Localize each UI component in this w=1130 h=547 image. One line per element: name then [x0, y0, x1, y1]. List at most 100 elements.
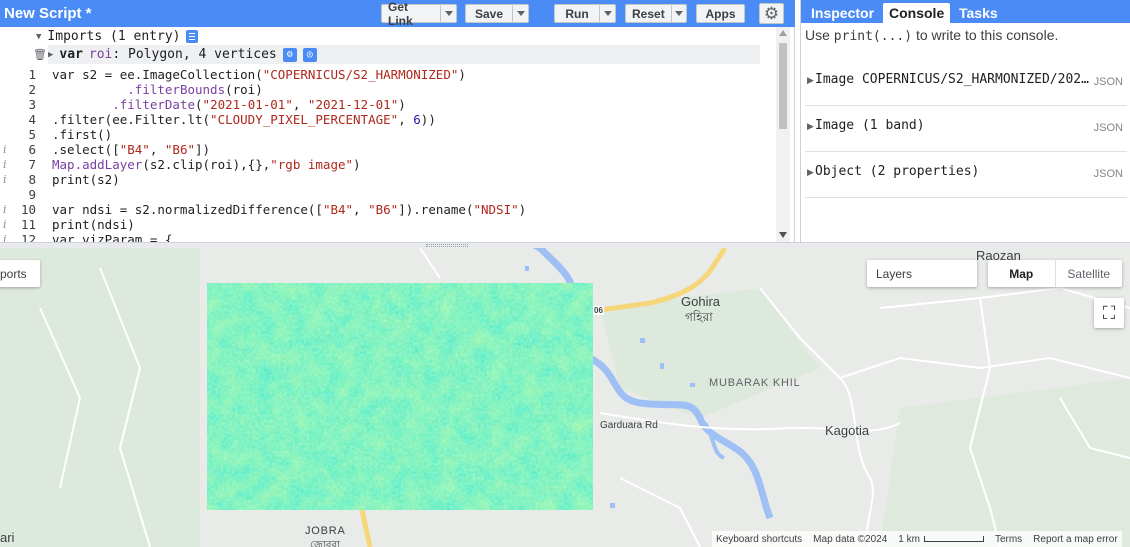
code-text[interactable]: var s2 = ee.ImageCollection("COPERNICUS/…	[52, 67, 466, 82]
json-link[interactable]: JSON	[1094, 168, 1123, 180]
code-line[interactable]: i 12 var vizParam = {	[0, 232, 775, 242]
script-title[interactable]: New Script *	[4, 5, 92, 22]
imports-header[interactable]: ▼ Imports (1 entry)	[36, 28, 199, 45]
map-type-satellite[interactable]: Satellite	[1054, 260, 1123, 287]
scroll-up-icon[interactable]	[779, 30, 787, 36]
console-hint-prefix: Use	[805, 27, 834, 43]
keyboard-shortcuts-link[interactable]: Keyboard shortcuts	[716, 534, 802, 545]
code-line[interactable]: 3 .filterDate("2021-01-01", "2021-12-01"…	[0, 97, 775, 112]
code-line[interactable]: i 11 print(ndsi)	[0, 217, 775, 232]
console-hint: Use print(...) to write to this console.	[805, 27, 1058, 44]
imports-section: ▼ Imports (1 entry) 🗑 ▶ var roi: Polygon…	[0, 27, 775, 65]
console-entry[interactable]: ▶ Image COPERNICUS/S2_HARMONIZED/2021...…	[805, 60, 1127, 106]
run-dropdown[interactable]	[599, 5, 615, 22]
map-type-control: Map Satellite	[988, 260, 1122, 287]
info-icon[interactable]: i	[3, 202, 13, 217]
layers-label: Layers	[876, 266, 913, 281]
trash-icon[interactable]: 🗑	[33, 48, 47, 61]
code-editor-panel: New Script * Get Link Save Run Reset App…	[0, 0, 795, 242]
code-text[interactable]: var vizParam = {	[52, 232, 172, 242]
code-line[interactable]: 1 var s2 = ee.ImageCollection("COPERNICUS…	[0, 67, 775, 82]
apps-label[interactable]: Apps	[697, 5, 744, 22]
fullscreen-button[interactable]: ⛶	[1094, 298, 1124, 328]
console-entry-text[interactable]: Image COPERNICUS/S2_HARMONIZED/2021...	[815, 72, 1090, 87]
map-data-attribution: Map data ©2024	[813, 533, 888, 545]
report-map-error-link[interactable]: Report a map error	[1033, 534, 1117, 545]
map-type-map[interactable]: Map	[988, 260, 1055, 287]
show-generated-code-icon[interactable]	[186, 30, 199, 43]
info-icon[interactable]: i	[3, 157, 13, 172]
fullscreen-icon: ⛶	[1102, 302, 1116, 323]
code-line[interactable]: i 10 var ndsi = s2.normalizedDifference(["…	[0, 202, 775, 217]
reset-label[interactable]: Reset	[626, 5, 671, 22]
info-icon[interactable]: i	[3, 142, 13, 157]
import-var-name[interactable]: roi	[89, 47, 112, 62]
tab-console[interactable]: Console	[883, 3, 951, 23]
scroll-thumb[interactable]	[779, 43, 787, 129]
layers-button[interactable]: Layers	[867, 260, 977, 287]
code-line[interactable]: i 8 print(s2)	[0, 172, 775, 187]
line-number: 12	[20, 232, 36, 242]
code-line[interactable]: 4 .filter(ee.Filter.lt("CLOUDY_PIXEL_PERC…	[0, 112, 775, 127]
terms-link[interactable]: Terms	[995, 534, 1022, 545]
code-text[interactable]: .filter(ee.Filter.lt("CLOUDY_PIXEL_PERCE…	[52, 112, 436, 127]
imports-map-button[interactable]: ports	[0, 260, 40, 287]
get-link-label[interactable]: Get Link	[382, 0, 440, 28]
code-text[interactable]: .filterDate("2021-01-01", "2021-12-01")	[52, 97, 406, 112]
chevron-down-icon	[674, 11, 683, 16]
code-text[interactable]: .first()	[52, 127, 112, 142]
run-button[interactable]: Run	[554, 4, 616, 23]
caret-right-icon[interactable]: ▶	[807, 121, 814, 132]
info-icon[interactable]: i	[3, 232, 13, 242]
get-link-dropdown[interactable]	[440, 5, 456, 22]
import-row-roi[interactable]: ▶ var roi: Polygon, 4 vertices ⚙ ◎	[48, 45, 760, 64]
code-line[interactable]: i 6 .select(["B4", "B6"])	[0, 142, 775, 157]
get-link-button[interactable]: Get Link	[381, 0, 457, 28]
code-text[interactable]: print(s2)	[52, 172, 120, 187]
code-line[interactable]: 5 .first()	[0, 127, 775, 142]
apps-button[interactable]: Apps	[696, 4, 745, 23]
save-button[interactable]: Save	[465, 4, 529, 23]
run-label[interactable]: Run	[555, 5, 599, 22]
caret-down-icon[interactable]: ▼	[36, 32, 41, 42]
info-icon[interactable]: i	[3, 172, 13, 187]
line-number: 3	[28, 97, 36, 112]
map-view[interactable]: Raozan Gohira গহিরা MUBARAK KHIL Kagotia…	[0, 248, 1130, 547]
console-entry[interactable]: ▶ Image (1 band) JSON	[805, 106, 1127, 152]
code-text[interactable]: print(ndsi)	[52, 217, 135, 232]
info-icon[interactable]: i	[3, 217, 13, 232]
line-number: 11	[20, 217, 36, 232]
caret-right-icon[interactable]: ▶	[807, 75, 814, 86]
save-dropdown[interactable]	[512, 5, 528, 22]
code-text[interactable]: Map.addLayer(s2.clip(roi),{},"rgb image"…	[52, 157, 361, 172]
code-line[interactable]: 9	[0, 187, 775, 202]
splitter-grip-icon[interactable]	[426, 244, 468, 247]
editor-scrollbar[interactable]	[776, 27, 790, 242]
settings-button[interactable]: ⚙	[759, 3, 784, 24]
reset-button[interactable]: Reset	[625, 4, 687, 23]
json-link[interactable]: JSON	[1094, 76, 1123, 88]
tab-tasks[interactable]: Tasks	[953, 3, 1004, 23]
reset-dropdown[interactable]	[670, 5, 686, 22]
map-label-garduara-rd: Garduara Rd	[600, 420, 658, 431]
target-icon[interactable]: ◎	[302, 47, 317, 62]
edit-geometry-gear-icon[interactable]: ⚙	[282, 47, 297, 62]
code-text[interactable]: .select(["B4", "B6"])	[52, 142, 210, 157]
save-label[interactable]: Save	[466, 5, 512, 22]
caret-right-icon[interactable]: ▶	[807, 167, 814, 178]
console-entry[interactable]: ▶ Object (2 properties) JSON	[805, 152, 1127, 198]
code-line[interactable]: i 7 Map.addLayer(s2.clip(roi),{},"rgb imag…	[0, 157, 775, 172]
map-label-edge: ari	[0, 530, 15, 545]
code-text[interactable]: var ndsi = s2.normalizedDifference(["B4"…	[52, 202, 526, 217]
code-text[interactable]: .filterBounds(roi)	[52, 82, 262, 97]
scroll-down-icon[interactable]	[779, 232, 787, 238]
console-entry-text[interactable]: Object (2 properties)	[815, 164, 1090, 179]
json-link[interactable]: JSON	[1094, 122, 1123, 134]
tab-inspector[interactable]: Inspector	[805, 3, 880, 23]
scale-indicator[interactable]: 1 km	[898, 534, 984, 545]
console-entry-text[interactable]: Image (1 band)	[815, 118, 1090, 133]
caret-right-icon[interactable]: ▶	[48, 50, 53, 60]
imports-header-label: Imports (1 entry)	[47, 29, 181, 44]
code-line[interactable]: 2 .filterBounds(roi)	[0, 82, 775, 97]
code-editor[interactable]: 1 var s2 = ee.ImageCollection("COPERNICUS…	[0, 66, 775, 242]
